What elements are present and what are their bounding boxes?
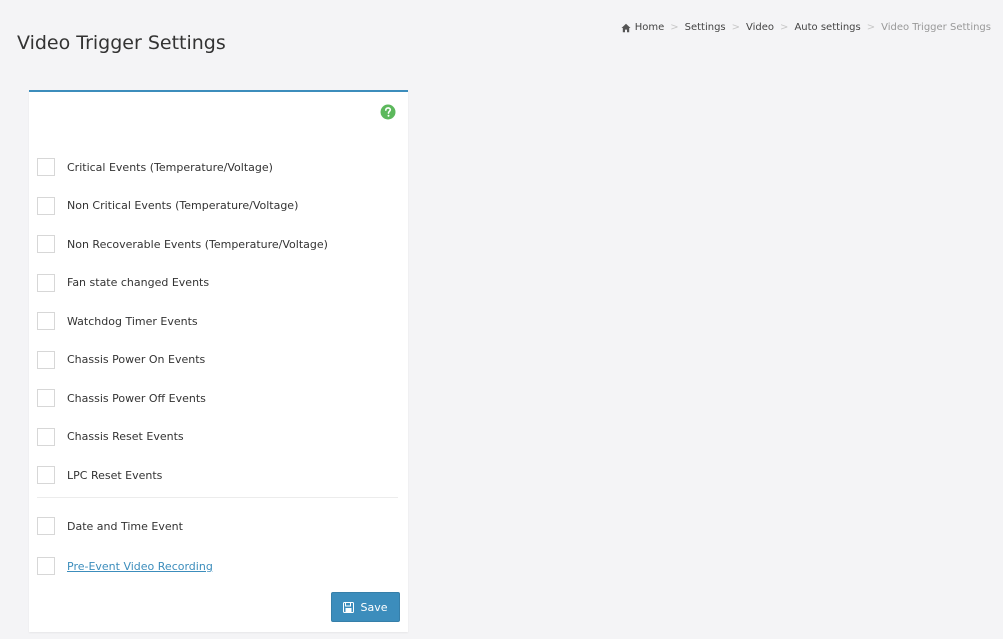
checkbox[interactable] (37, 158, 55, 177)
checkbox[interactable] (37, 235, 55, 254)
checkbox[interactable] (37, 273, 55, 292)
option-critical-events[interactable]: Critical Events (Temperature/Voltage) (37, 148, 397, 187)
save-button-label: Save (360, 600, 388, 614)
option-chassis-power-on-events[interactable]: Chassis Power On Events (37, 341, 397, 380)
breadcrumb-auto-settings[interactable]: Auto settings (794, 22, 860, 33)
help-icon[interactable] (380, 104, 396, 120)
video-trigger-panel: Critical Events (Temperature/Voltage) No… (29, 90, 408, 632)
option-pre-event-video-recording[interactable]: Pre-Event Video Recording (37, 546, 397, 586)
breadcrumb-home[interactable]: Home (635, 22, 665, 33)
option-chassis-power-off-events[interactable]: Chassis Power Off Events (37, 379, 397, 418)
additional-options-list: Date and Time Event Pre-Event Video Reco… (37, 506, 397, 586)
page: Video Trigger Settings Home > Settings >… (0, 0, 1003, 639)
checkbox[interactable] (37, 517, 55, 535)
breadcrumb: Home > Settings > Video > Auto settings … (621, 22, 991, 33)
option-label: Date and Time Event (67, 519, 183, 533)
option-non-critical-events[interactable]: Non Critical Events (Temperature/Voltage… (37, 187, 397, 226)
option-label: LPC Reset Events (67, 468, 163, 482)
option-label: Non Recoverable Events (Temperature/Volt… (67, 237, 328, 251)
breadcrumb-video[interactable]: Video (746, 22, 774, 33)
checkbox[interactable] (37, 350, 55, 369)
checkbox[interactable] (37, 312, 55, 331)
option-label: Non Critical Events (Temperature/Voltage… (67, 199, 299, 213)
option-date-time-event[interactable]: Date and Time Event (37, 506, 397, 546)
save-button[interactable]: Save (331, 592, 400, 622)
pre-event-video-recording-link[interactable]: Pre-Event Video Recording (67, 560, 213, 573)
breadcrumb-separator: > (670, 22, 679, 33)
checkbox[interactable] (37, 389, 55, 408)
page-title: Video Trigger Settings (17, 32, 226, 54)
option-chassis-reset-events[interactable]: Chassis Reset Events (37, 418, 397, 457)
breadcrumb-settings[interactable]: Settings (685, 22, 726, 33)
option-non-recoverable-events[interactable]: Non Recoverable Events (Temperature/Volt… (37, 225, 397, 264)
option-label: Chassis Power On Events (67, 353, 206, 367)
option-label: Chassis Reset Events (67, 430, 184, 444)
checkbox[interactable] (37, 466, 55, 485)
checkbox[interactable] (37, 196, 55, 215)
floppy-disk-icon (343, 601, 355, 613)
breadcrumb-current: Video Trigger Settings (881, 22, 991, 33)
option-label: Fan state changed Events (67, 276, 210, 290)
breadcrumb-separator: > (731, 22, 741, 33)
event-options-list: Critical Events (Temperature/Voltage) No… (37, 148, 397, 495)
option-label: Watchdog Timer Events (67, 314, 198, 328)
breadcrumb-separator: > (866, 22, 876, 33)
option-label: Critical Events (Temperature/Voltage) (67, 160, 273, 174)
section-divider (37, 497, 398, 498)
option-fan-state-events[interactable]: Fan state changed Events (37, 264, 397, 303)
checkbox[interactable] (37, 427, 55, 446)
checkbox[interactable] (37, 557, 55, 575)
option-watchdog-timer-events[interactable]: Watchdog Timer Events (37, 302, 397, 341)
home-icon (621, 23, 631, 33)
option-lpc-reset-events[interactable]: LPC Reset Events (37, 456, 397, 495)
breadcrumb-separator: > (780, 22, 789, 33)
option-label: Chassis Power Off Events (67, 391, 206, 405)
